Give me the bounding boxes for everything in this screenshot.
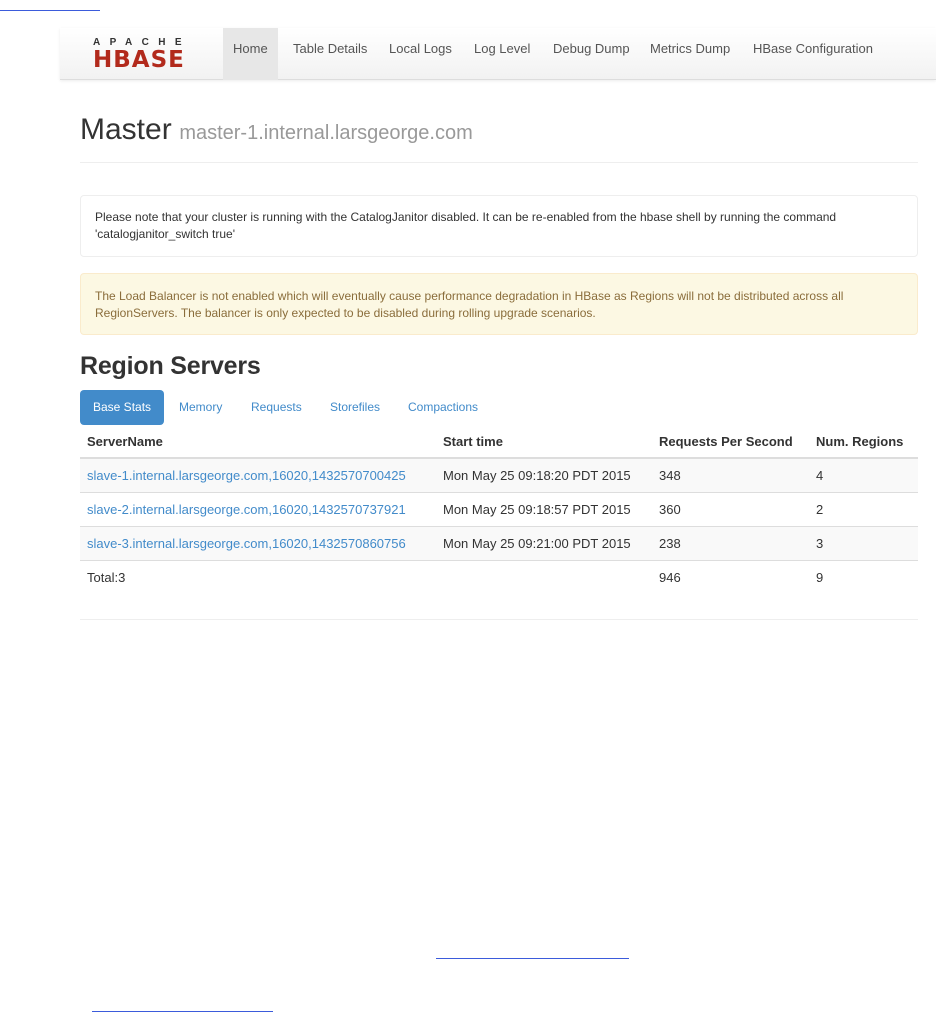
server-link[interactable]: slave-2.internal.larsgeorge.com,16020,14… [87, 502, 406, 517]
tab-memory[interactable]: Memory [166, 390, 235, 425]
start-time-cell: Mon May 25 09:18:57 PDT 2015 [436, 491, 652, 526]
nav-metrics-dump[interactable]: Metrics Dump [640, 28, 740, 80]
tab-compactions[interactable]: Compactions [395, 390, 491, 425]
page-subtitle-hostname: master-1.internal.larsgeorge.com [179, 122, 473, 144]
footer-link-underline[interactable] [436, 958, 629, 959]
total-requests-per-second-cell: 946 [652, 559, 809, 594]
requests-per-second-cell: 238 [652, 525, 809, 560]
page-title: Master [80, 113, 172, 146]
requests-per-second-cell: 360 [652, 491, 809, 526]
start-time-cell: Mon May 25 09:21:00 PDT 2015 [436, 525, 652, 560]
column-header-num-regions: Num. Regions [809, 425, 918, 459]
column-header-start-time: Start time [436, 425, 652, 459]
load-balancer-warning: The Load Balancer is not enabled which w… [80, 273, 918, 335]
table-header-row: ServerName Start time Requests Per Secon… [80, 425, 918, 459]
tab-requests[interactable]: Requests [238, 390, 315, 425]
nav-local-logs[interactable]: Local Logs [379, 28, 462, 80]
tab-base-stats[interactable]: Base Stats [80, 390, 165, 425]
nav-debug-dump[interactable]: Debug Dump [543, 28, 640, 80]
server-name-cell: slave-1.internal.larsgeorge.com,16020,14… [80, 457, 436, 492]
num-regions-cell: 2 [809, 491, 918, 526]
requests-per-second-cell: 348 [652, 457, 809, 492]
tab-storefiles[interactable]: Storefiles [317, 390, 393, 425]
nav-table-details[interactable]: Table Details [283, 28, 377, 80]
table-total-row: Total:3 946 9 [80, 559, 918, 594]
top-link-underline[interactable] [0, 10, 100, 11]
notice-line-2: 'catalogjanitor_switch true' [95, 227, 235, 241]
hbase-logo[interactable]: APACHE HBASE [93, 38, 209, 72]
nav-home[interactable]: Home [223, 28, 278, 80]
total-label-cell: Total:3 [80, 559, 436, 594]
warning-line-1: The Load Balancer is not enabled which w… [95, 289, 844, 303]
column-header-servername: ServerName [80, 425, 436, 459]
catalogjanitor-notice: Please note that your cluster is running… [80, 195, 918, 257]
nav-hbase-configuration[interactable]: HBase Configuration [743, 28, 883, 80]
nav-log-level[interactable]: Log Level [464, 28, 540, 80]
region-servers-table: ServerName Start time Requests Per Secon… [80, 425, 918, 594]
num-regions-cell: 4 [809, 457, 918, 492]
section-divider [80, 619, 918, 620]
region-servers-heading: Region Servers [80, 352, 261, 380]
server-name-cell: slave-2.internal.larsgeorge.com,16020,14… [80, 491, 436, 526]
total-empty-cell [436, 559, 652, 594]
table-row: slave-3.internal.larsgeorge.com,16020,14… [80, 525, 918, 560]
num-regions-cell: 3 [809, 525, 918, 560]
server-name-cell: slave-3.internal.larsgeorge.com,16020,14… [80, 525, 436, 560]
region-servers-tabs: Base Stats Memory Requests Storefiles Co… [80, 390, 918, 425]
warning-line-2: RegionServers. The balancer is only expe… [95, 306, 596, 320]
logo-hbase-text: HBASE [93, 47, 185, 73]
column-header-requests-per-second: Requests Per Second [652, 425, 809, 459]
table-row: slave-2.internal.larsgeorge.com,16020,14… [80, 491, 918, 526]
start-time-cell: Mon May 25 09:18:20 PDT 2015 [436, 457, 652, 492]
notice-line-1: Please note that your cluster is running… [95, 210, 837, 224]
navbar: APACHE HBASE Home Table Details Local Lo… [60, 28, 936, 80]
server-link[interactable]: slave-3.internal.larsgeorge.com,16020,14… [87, 536, 406, 551]
table-row: slave-1.internal.larsgeorge.com,16020,14… [80, 457, 918, 492]
page-header: Master master-1.internal.larsgeorge.com [80, 113, 918, 163]
footer-link-underline[interactable] [92, 1011, 273, 1012]
server-link[interactable]: slave-1.internal.larsgeorge.com,16020,14… [87, 468, 406, 483]
total-num-regions-cell: 9 [809, 559, 918, 594]
